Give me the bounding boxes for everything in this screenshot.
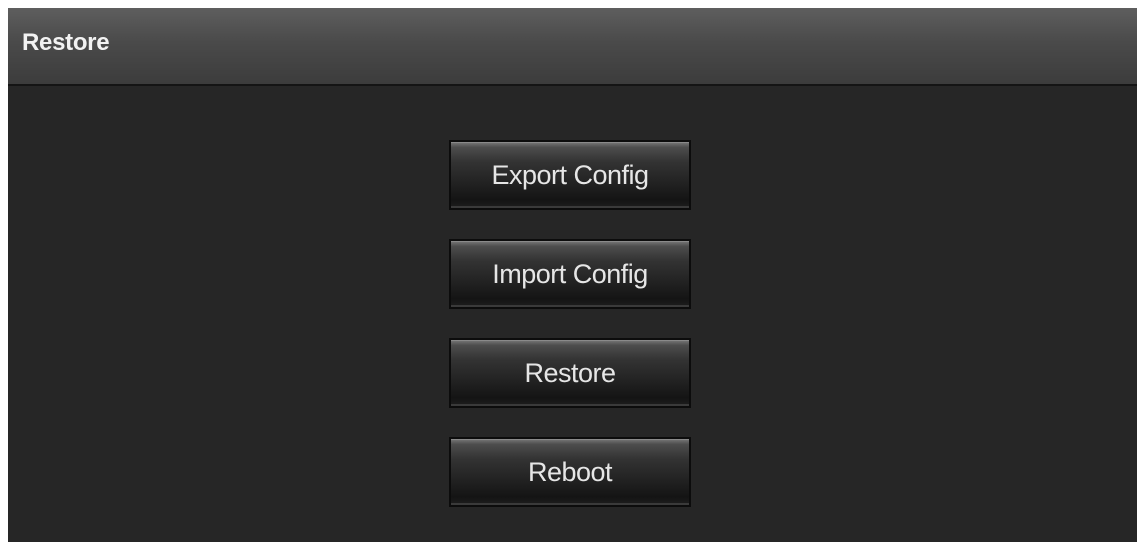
panel-header: Restore xyxy=(8,8,1137,86)
page-title: Restore xyxy=(22,29,110,56)
restore-button[interactable]: Restore xyxy=(449,338,691,408)
reboot-button[interactable]: Reboot xyxy=(449,437,691,507)
export-config-button[interactable]: Export Config xyxy=(449,140,691,210)
import-config-button[interactable]: Import Config xyxy=(449,239,691,309)
restore-panel: Restore Export Config Import Config Rest… xyxy=(8,8,1137,542)
panel-content: Export Config Import Config Restore Rebo… xyxy=(8,86,1137,542)
